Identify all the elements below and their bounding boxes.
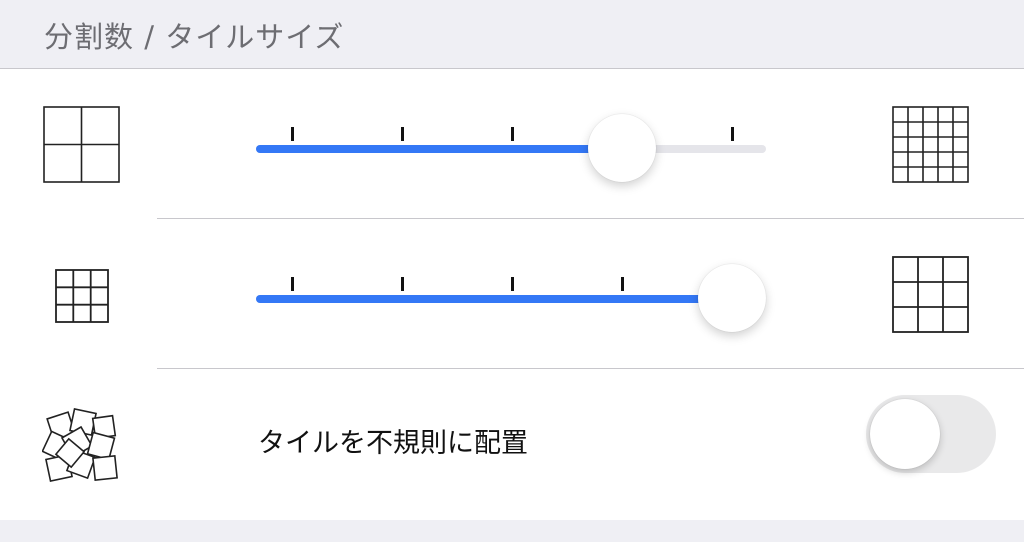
tile-size-row	[0, 219, 1024, 369]
toggle-knob	[870, 399, 940, 469]
footer-spacer	[0, 520, 1024, 542]
grid-5x5-icon	[892, 106, 969, 183]
small-grid-3x3-icon	[55, 269, 109, 323]
irregular-placement-label: タイルを不規則に配置	[258, 428, 528, 459]
irregular-placement-toggle[interactable]	[866, 395, 996, 473]
slider-tick	[401, 127, 404, 141]
slider-fill	[256, 145, 622, 153]
slider-tick	[621, 277, 624, 291]
settings-group: タイルを不規則に配置	[0, 68, 1024, 521]
slider-thumb[interactable]	[698, 264, 766, 332]
slider-tick	[511, 277, 514, 291]
irregular-placement-row: タイルを不規則に配置	[0, 369, 1024, 519]
slider-tick	[291, 277, 294, 291]
slider-tick	[731, 127, 734, 141]
slider-tick	[511, 127, 514, 141]
large-grid-3x3-icon	[892, 256, 969, 333]
division-count-slider[interactable]	[256, 105, 766, 185]
grid-2x2-icon	[43, 106, 120, 183]
section-title: 分割数 / タイルサイズ	[44, 20, 345, 54]
section-header: 分割数 / タイルサイズ	[0, 0, 1024, 69]
scattered-tiles-icon	[42, 408, 118, 482]
slider-fill	[256, 295, 732, 303]
slider-tick	[291, 127, 294, 141]
tile-size-slider[interactable]	[256, 255, 766, 335]
division-count-row	[0, 69, 1024, 219]
slider-thumb[interactable]	[588, 114, 656, 182]
slider-tick	[401, 277, 404, 291]
